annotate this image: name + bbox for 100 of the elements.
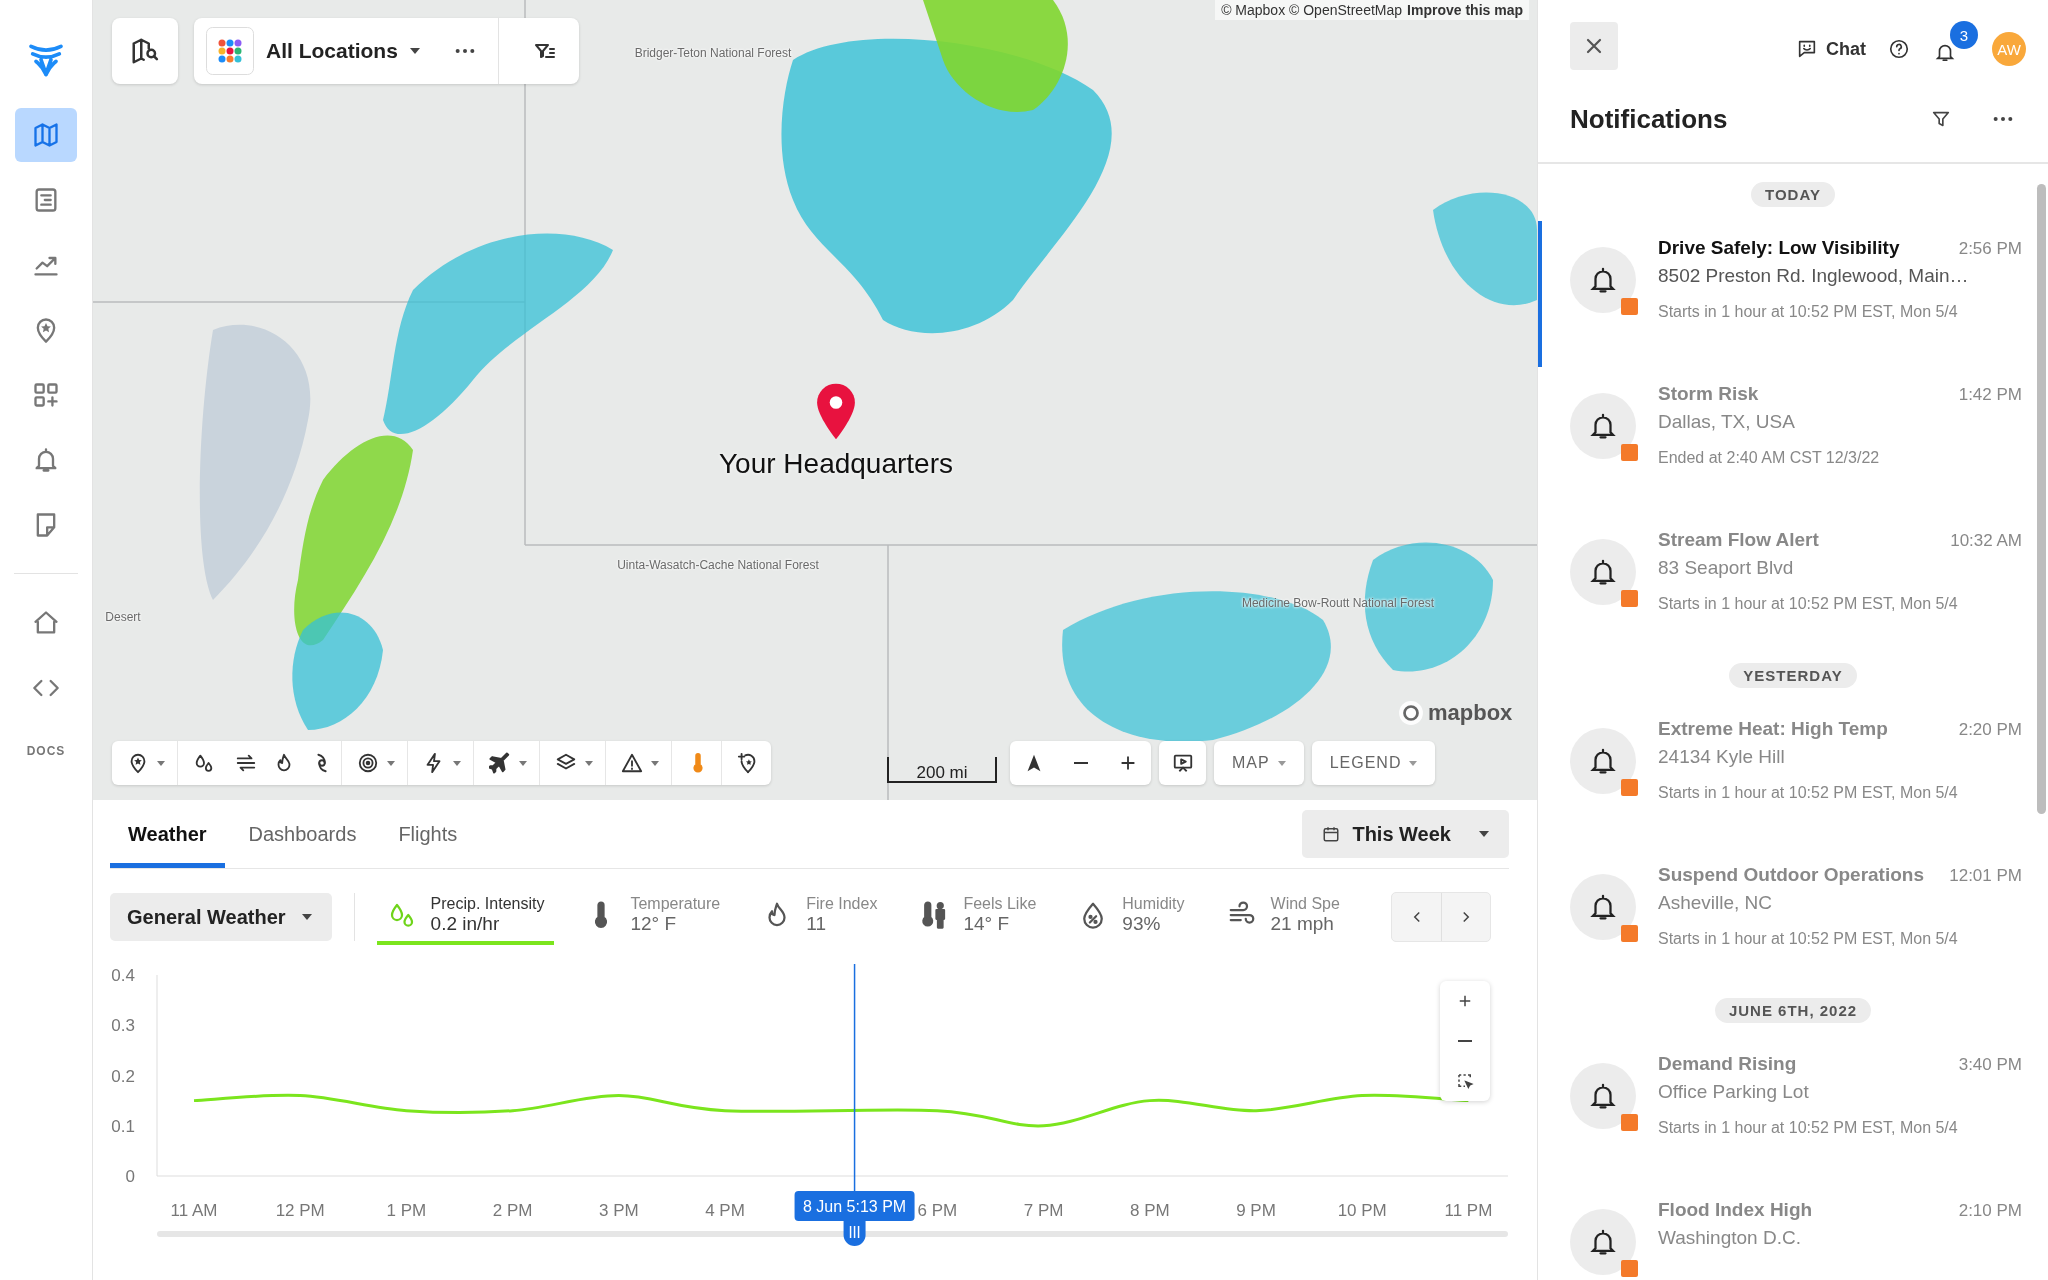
x-tick-label: 7 PM xyxy=(1023,1201,1064,1220)
scrubber-handle[interactable] xyxy=(843,1221,866,1246)
notification-location: Dallas, TX, USA xyxy=(1658,411,1796,433)
notification-item[interactable]: Demand Rising 3:40 PM Office Parking Lot Starts in 1 hour at 10:52 PM EST, Mon 5/4 xyxy=(1538,1037,2048,1183)
notification-time: 2:56 PM xyxy=(1958,239,2022,259)
x-tick-label: 8 PM xyxy=(1129,1201,1170,1220)
caret-icon xyxy=(301,914,312,920)
widgets-plus-icon xyxy=(32,381,60,409)
notification-title: Suspend Outdoor Operations xyxy=(1658,864,1924,886)
caret-icon xyxy=(585,760,593,766)
more-icon xyxy=(1992,116,2014,122)
metric-tab[interactable]: Precip. Intensity 0.2 in/hr xyxy=(376,889,555,945)
notification-title: Stream Flow Alert xyxy=(1658,529,1819,551)
drops-icon xyxy=(193,752,215,774)
notifications-button[interactable]: 3 xyxy=(1932,21,1978,65)
notification-detail: Starts in 1 hour at 10:52 PM EST, Mon 5/4 xyxy=(1658,1119,1959,1137)
notification-title: Storm Risk xyxy=(1658,383,1759,405)
metric-tab[interactable]: Wind Spe 21 mph xyxy=(1216,889,1350,945)
map-scale-bar: 200 mi xyxy=(887,757,997,783)
radar-icon xyxy=(357,752,379,774)
play-screen-icon xyxy=(1171,752,1194,774)
caret-icon xyxy=(519,760,527,766)
caret-icon xyxy=(1409,760,1418,766)
map-place-label: Bridger-Teton National Forest xyxy=(633,46,793,61)
notification-location: 24134 Kyle Hill xyxy=(1658,746,1786,768)
x-tick-label: 2 PM xyxy=(492,1201,533,1220)
notification-time: 2:20 PM xyxy=(1958,720,2022,740)
chat-smile-icon xyxy=(1796,38,1818,60)
improve-map-link[interactable]: Improve this map xyxy=(1407,2,1523,18)
sidebar-item[interactable] xyxy=(15,108,77,162)
date-group-label: YESTERDAY xyxy=(1729,663,1857,688)
metric-tab[interactable]: Humidity 93% xyxy=(1068,889,1195,945)
location-dropdown[interactable]: All Locations xyxy=(266,39,398,63)
notification-item[interactable]: Extreme Heat: High Temp 2:20 PM 24134 Kyle Hill Starts in 1 hour at 10:52 PM EST, Mon 5/4 xyxy=(1538,702,2048,848)
caret-icon xyxy=(387,760,395,766)
panel-tab[interactable]: Weather xyxy=(110,800,225,868)
x-tick-label: 11 PM xyxy=(1444,1201,1493,1220)
preset-dropdown[interactable]: General Weather xyxy=(110,893,332,941)
metric-tab[interactable]: Fire Index 11 xyxy=(752,889,888,945)
notification-count-badge: 3 xyxy=(1950,21,1978,49)
x-tick-label: 11 AM xyxy=(170,1201,218,1220)
y-tick-label: 0.1 xyxy=(111,1116,135,1136)
home-icon xyxy=(32,609,60,637)
docs-link[interactable]: DOCS xyxy=(26,744,66,758)
location-pin-icon xyxy=(815,382,857,442)
date-group-label: TODAY xyxy=(1751,182,1835,207)
select-area-icon xyxy=(1456,1072,1474,1090)
caret-icon xyxy=(1277,760,1286,766)
map-style-dropdown[interactable]: MAP xyxy=(1214,741,1304,785)
notification-title: Extreme Heat: High Temp xyxy=(1658,718,1888,740)
notification-location: Washington D.C. xyxy=(1658,1227,1802,1249)
date-range-dropdown[interactable]: This Week xyxy=(1302,810,1509,858)
notification-detail: Starts in 1 hour at 10:52 PM EST, Mon 5/4 xyxy=(1658,595,1959,613)
notification-title: Flood Index High xyxy=(1658,1199,1813,1221)
notification-title: Demand Rising xyxy=(1658,1053,1797,1075)
notification-item[interactable]: Storm Risk 1:42 PM Dallas, TX, USA Ended at 2:40 AM CST 12/3/22 xyxy=(1538,367,2048,513)
notification-item[interactable]: Stream Flow Alert 10:32 AM 83 Seaport Blvd Starts in 1 hour at 10:52 PM EST, Mon 5/4 xyxy=(1538,513,2048,659)
caret-icon xyxy=(1479,831,1489,837)
notification-time: 2:10 PM xyxy=(1958,1201,2022,1221)
caret-icon xyxy=(453,760,461,766)
map-attribution: © Mapbox © OpenStreetMap xyxy=(1221,2,1403,18)
map-place-label: Desert xyxy=(104,610,142,625)
notification-item[interactable]: Suspend Outdoor Operations 12:01 PM Asheville, NC Starts in 1 hour at 10:52 PM EST, Mon 5/4 xyxy=(1538,848,2048,994)
plane-icon xyxy=(489,752,511,774)
map-search-button[interactable] xyxy=(112,18,178,84)
date-group-label: JUNE 6TH, 2022 xyxy=(1714,998,1872,1023)
minus-icon xyxy=(1458,1040,1472,1042)
panel-title: Notifications xyxy=(1570,103,1728,135)
map-search-icon xyxy=(130,36,160,66)
map-icon xyxy=(32,121,60,149)
caret-icon xyxy=(651,760,659,766)
marker-label: Your Headquarters xyxy=(719,448,953,480)
notification-location: 83 Seaport Blvd xyxy=(1658,557,1795,579)
notification-time: 3:40 PM xyxy=(1958,1055,2022,1075)
notification-time: 10:32 AM xyxy=(1950,531,2022,551)
help-icon xyxy=(1888,38,1910,60)
x-tick-label: 3 PM xyxy=(598,1201,639,1220)
y-tick-label: 0.3 xyxy=(111,1016,135,1036)
dot-grid-icon xyxy=(206,27,254,75)
chat-button[interactable]: Chat xyxy=(1796,38,1866,60)
notification-location: Asheville, NC xyxy=(1658,892,1774,914)
panel-tab[interactable]: Dashboards xyxy=(230,800,375,868)
scrollbar[interactable] xyxy=(2037,184,2046,814)
x-tick-label: 9 PM xyxy=(1236,1201,1276,1220)
notification-item[interactable]: Flood Index High 2:10 PM Washington D.C. xyxy=(1538,1183,2048,1280)
panel-tab[interactable]: Flights xyxy=(380,800,476,868)
calendar-icon xyxy=(1322,825,1341,843)
mapbox-logo-text: mapbox xyxy=(1428,700,1513,726)
x-tick-label: 1 PM xyxy=(386,1201,427,1220)
more-icon xyxy=(453,48,476,54)
metric-tab[interactable]: Temperature 12° F xyxy=(576,889,731,945)
caret-icon xyxy=(409,48,420,54)
minus-icon xyxy=(1073,762,1088,764)
legend-dropdown[interactable]: LEGEND xyxy=(1311,741,1436,785)
notification-time: 1:42 PM xyxy=(1958,385,2022,405)
notification-detail: Starts in 1 hour at 10:52 PM EST, Mon 5/4 xyxy=(1658,930,1959,948)
present-button[interactable] xyxy=(1159,741,1206,785)
close-button[interactable] xyxy=(1570,22,1618,70)
notification-item[interactable]: Drive Safely: Low Visibility 2:56 PM 8502 Preston Rd. Inglewood, Main… Starts in 1 hour at 10:52 PM EST, Mon 5/4 xyxy=(1538,221,2048,367)
metric-tab[interactable]: Feels Like 14° F xyxy=(909,889,1047,945)
